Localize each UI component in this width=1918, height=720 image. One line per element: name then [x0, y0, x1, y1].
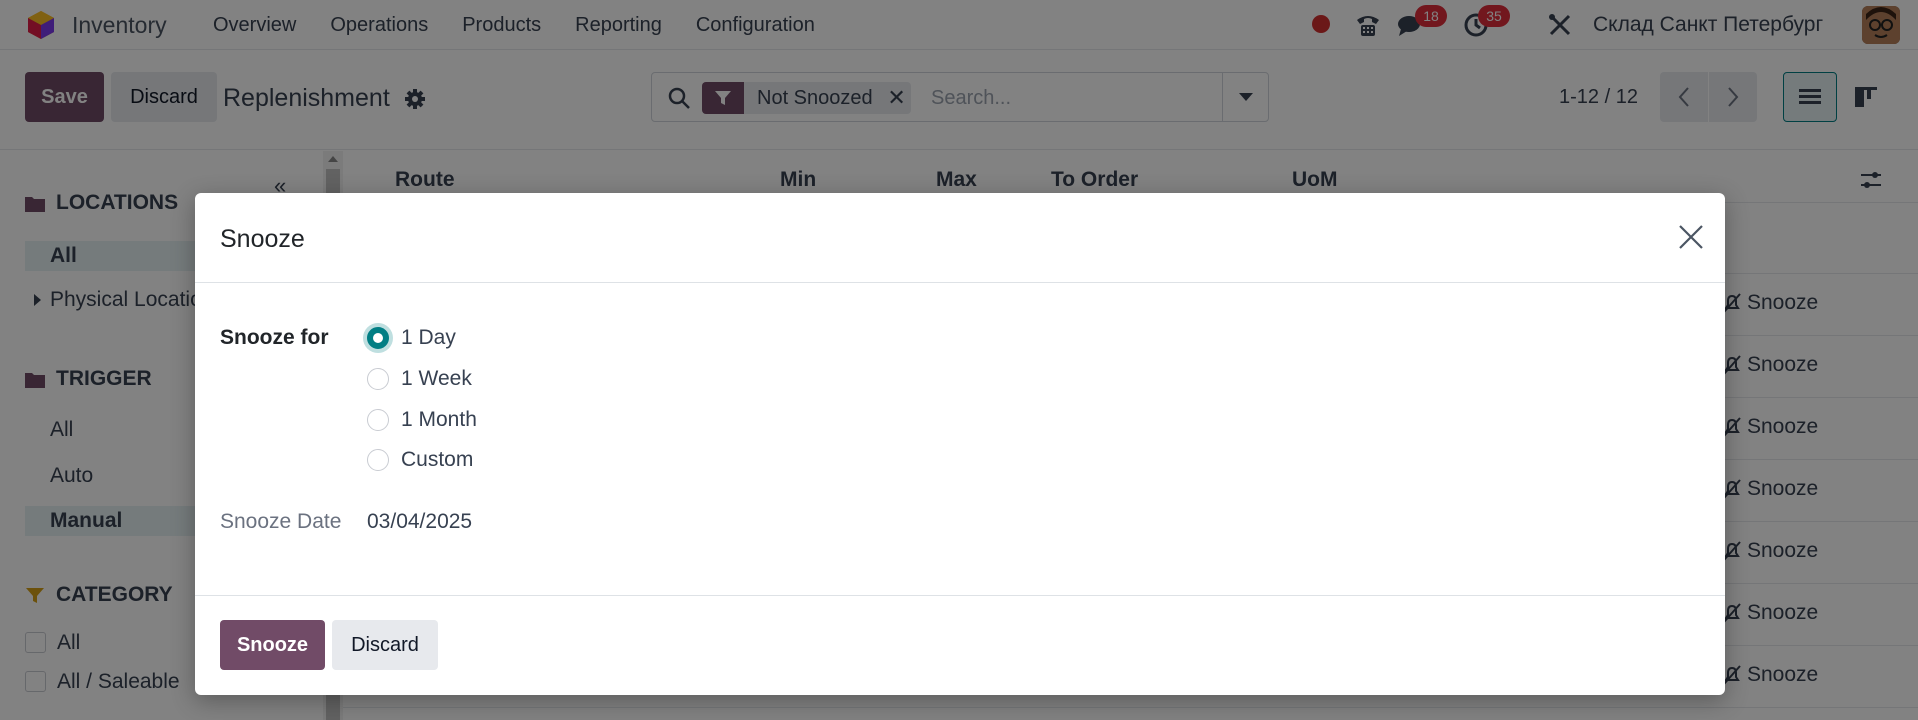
radio-custom-label[interactable]: Custom [401, 448, 473, 472]
snooze-date-value: 03/04/2025 [367, 510, 473, 533]
snooze-for-label: Snooze for [220, 326, 329, 349]
radio-1-day[interactable] [367, 327, 389, 349]
dialog-footer: Snooze Discard [195, 595, 1725, 695]
radio-1-week-label[interactable]: 1 Week [401, 367, 472, 391]
close-icon[interactable] [1677, 223, 1705, 251]
snooze-dialog: Snooze Snooze for 1 Day 1 Week 1 Month C… [195, 193, 1725, 695]
radio-1-week[interactable] [367, 368, 389, 390]
dialog-header: Snooze [195, 193, 1725, 283]
snooze-date-label: Snooze Date [220, 510, 342, 533]
radio-1-month[interactable] [367, 409, 389, 431]
radio-custom[interactable] [367, 449, 389, 471]
radio-1-month-label[interactable]: 1 Month [401, 408, 477, 432]
snooze-confirm-button[interactable]: Snooze [220, 620, 325, 670]
dialog-title: Snooze [220, 225, 305, 253]
radio-1-day-label[interactable]: 1 Day [401, 326, 456, 350]
dialog-discard-button[interactable]: Discard [332, 620, 438, 670]
